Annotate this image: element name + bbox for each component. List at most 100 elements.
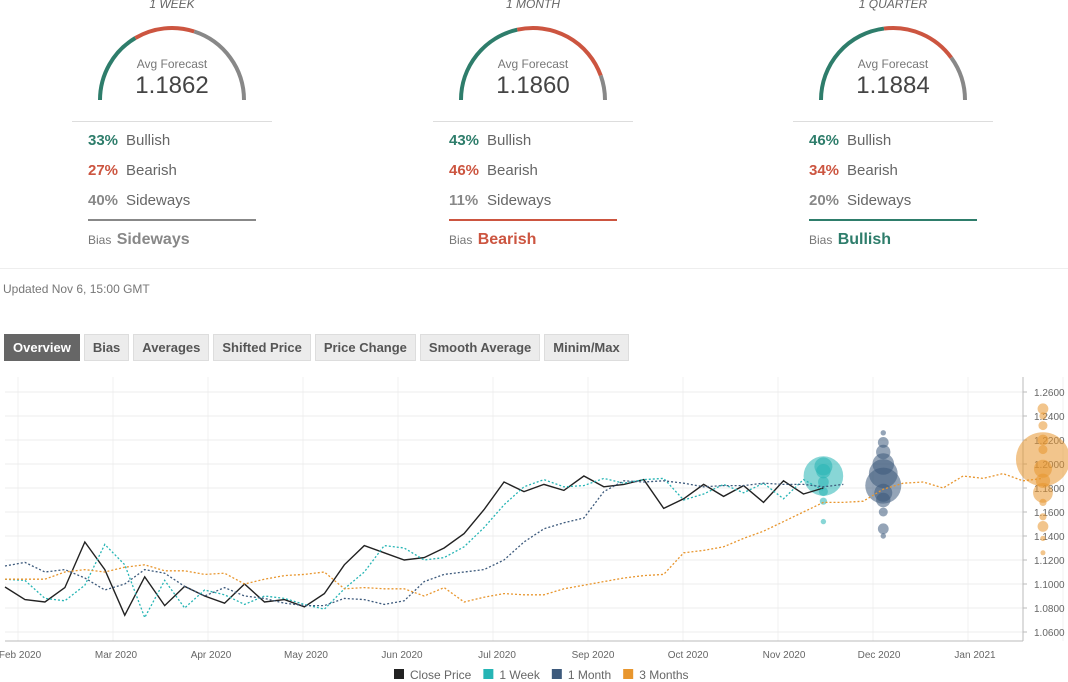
avg-forecast-label: Avg Forecast (857, 57, 929, 71)
legend-swatch (483, 669, 494, 679)
forecast-bubble (820, 518, 827, 525)
gauge-bearish-arc (883, 26, 953, 59)
sideways-stat: 40% Sideways (88, 192, 190, 209)
x-tick-label: Apr 2020 (191, 650, 232, 661)
bias-underline (449, 219, 617, 221)
y-tick-label: 1.1200 (1034, 556, 1065, 567)
tab-bias[interactable]: Bias (83, 334, 130, 361)
bullish-stat: 43% Bullish (449, 132, 531, 149)
forecast-period-label: 1 QUARTER (858, 0, 928, 11)
bearish-label: Bearish (126, 162, 177, 179)
x-tick-label: Jun 2020 (381, 650, 423, 661)
bias-label: Bias (88, 233, 112, 247)
sideways-stat: 20% Sideways (809, 192, 911, 209)
forecast-bubble (1039, 513, 1047, 521)
sideways-label: Sideways (487, 192, 552, 209)
avg-forecast-value: 1.1860 (496, 72, 570, 99)
y-tick-label: 1.2600 (1034, 388, 1065, 399)
forecast-bubble (816, 464, 831, 479)
bullish-percent: 46% (809, 132, 840, 149)
panel-divider (72, 121, 272, 122)
sideways-percent: 11% (449, 192, 479, 209)
bearish-percent: 27% (88, 162, 119, 179)
forecast-bubble (876, 492, 891, 508)
forecast-bubble (1039, 412, 1047, 420)
y-tick-label: 1.1000 (1034, 580, 1065, 591)
bias-value: Bullish (837, 231, 892, 248)
x-tick-label: Sep 2020 (572, 650, 615, 661)
sideways-label: Sideways (126, 192, 191, 209)
gauge-bearish-arc (134, 26, 195, 40)
tab-averages[interactable]: Averages (133, 334, 210, 361)
tab-shifted-price[interactable]: Shifted Price (213, 334, 311, 361)
tab-overview[interactable]: Overview (4, 334, 80, 361)
chart-tabs: Overview Bias Averages Shifted Price Pri… (4, 334, 629, 361)
series-line (4, 475, 824, 617)
bias-underline (809, 219, 977, 221)
x-tick-label: Feb 2020 (0, 650, 42, 661)
series-line (4, 480, 844, 607)
series-line (4, 477, 824, 620)
x-tick-label: Mar 2020 (95, 650, 138, 661)
y-tick-label: 1.1400 (1034, 532, 1065, 543)
bias-value: Bearish (477, 231, 537, 248)
y-tick-label: 1.1600 (1034, 508, 1065, 519)
bias-label: Bias (809, 233, 833, 247)
sideways-stat: 11% Sideways (449, 192, 551, 209)
legend-label: 1 Month (568, 668, 611, 682)
forecast-chart: 1.26001.24001.22001.20001.18001.16001.14… (0, 377, 1068, 682)
bullish-percent: 43% (449, 132, 480, 149)
bullish-stat: 33% Bullish (88, 132, 170, 149)
x-tick-label: May 2020 (284, 650, 328, 661)
bullish-percent: 33% (88, 132, 119, 149)
panel-divider (433, 121, 633, 122)
avg-forecast-label: Avg Forecast (136, 57, 208, 71)
tab-smooth-average[interactable]: Smooth Average (419, 334, 541, 361)
x-tick-label: Jan 2021 (954, 650, 996, 661)
bias-summary: Bias Bearish (449, 231, 536, 249)
legend-swatch (623, 669, 634, 679)
x-tick-label: Jul 2020 (478, 650, 516, 661)
tab-minim-max[interactable]: Minim/Max (544, 334, 629, 361)
tab-price-change[interactable]: Price Change (314, 334, 416, 361)
forecast-bubble (1038, 421, 1048, 431)
updated-timestamp: Updated Nov 6, 15:00 GMT (3, 282, 150, 296)
forecast-bubble (880, 430, 886, 436)
forecast-bubble (1037, 521, 1049, 532)
bullish-stat: 46% Bullish (809, 132, 891, 149)
bearish-percent: 34% (809, 162, 840, 179)
avg-forecast-value: 1.1862 (135, 72, 209, 99)
forecast-bubble (1040, 535, 1046, 542)
forecast-bubble (880, 533, 886, 539)
bearish-label: Bearish (487, 162, 538, 179)
legend-label: 1 Week (499, 668, 540, 682)
bias-summary: Bias Bullish (809, 231, 891, 249)
avg-forecast-value: 1.1884 (856, 72, 930, 99)
x-tick-label: Nov 2020 (763, 650, 806, 661)
forecast-bubble (877, 523, 889, 535)
bearish-stat: 27% Bearish (88, 162, 177, 179)
bearish-percent: 46% (449, 162, 480, 179)
y-tick-label: 1.2400 (1034, 412, 1065, 423)
legend-label: Close Price (410, 668, 472, 682)
bearish-stat: 34% Bearish (809, 162, 898, 179)
bias-label: Bias (449, 233, 473, 247)
sideways-percent: 40% (88, 192, 119, 209)
avg-forecast-label: Avg Forecast (497, 57, 569, 71)
forecast-bubble (1039, 498, 1047, 506)
bearish-stat: 46% Bearish (449, 162, 538, 179)
forecast-period-label: 1 MONTH (506, 0, 560, 11)
bullish-label: Bullish (487, 132, 532, 149)
bearish-label: Bearish (847, 162, 898, 179)
y-tick-label: 1.0800 (1034, 604, 1065, 615)
legend-swatch (394, 669, 404, 679)
bias-value: Sideways (116, 231, 190, 248)
bullish-label: Bullish (847, 132, 892, 149)
panel-divider (793, 121, 993, 122)
legend-label: 3 Months (639, 668, 688, 682)
x-tick-label: Dec 2020 (858, 650, 901, 661)
legend-swatch (551, 669, 562, 679)
bias-underline (88, 219, 256, 221)
bias-summary: Bias Sideways (88, 231, 190, 249)
y-tick-label: 1.0600 (1034, 628, 1065, 639)
